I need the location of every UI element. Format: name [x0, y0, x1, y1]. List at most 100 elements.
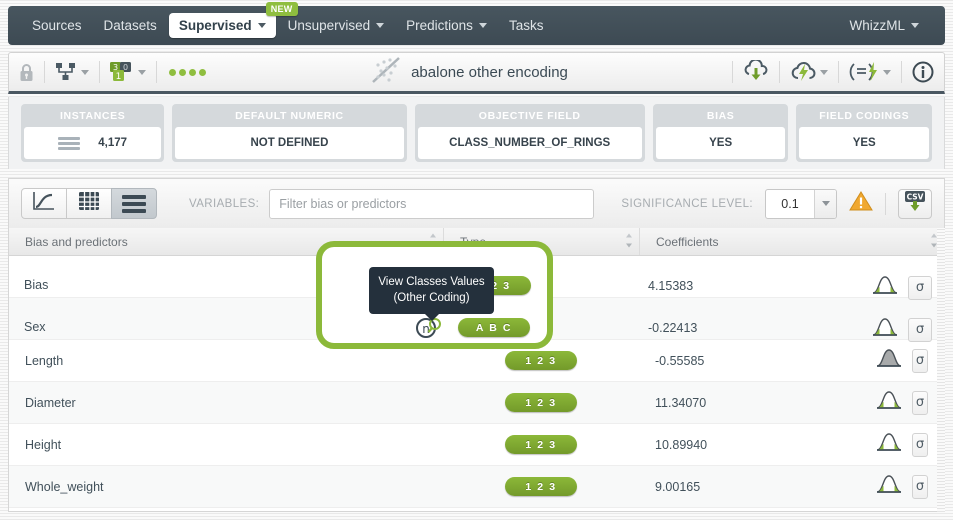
tooltip: View Classes Values (Other Coding) [369, 267, 494, 314]
green-bell-curve-icon[interactable] [876, 390, 902, 415]
vertical-scrollbar[interactable] [937, 228, 945, 512]
batch-prediction-group[interactable] [839, 53, 901, 91]
view-toggle-chart[interactable] [21, 188, 67, 219]
table-row[interactable]: Height 1 2 3 10.89940 σ [9, 424, 944, 466]
list-icon [122, 195, 146, 213]
warning-triangle-icon[interactable] [849, 190, 873, 217]
card-title: INSTANCES [24, 107, 161, 127]
card-bias: BIAS YES [653, 104, 789, 162]
green-bell-curve-icon[interactable] [872, 317, 898, 342]
nav-item-tasks[interactable]: Tasks [499, 13, 554, 38]
table-row[interactable]: Length 1 2 3 -0.55585 σ [9, 340, 944, 382]
nav-item-sources[interactable]: Sources [22, 13, 92, 38]
status-dot [189, 69, 196, 76]
table-row[interactable]: Diameter 1 2 3 11.34070 σ [9, 382, 944, 424]
page-title: abalone other encoding [411, 64, 568, 81]
sort-arrows-icon[interactable] [625, 233, 633, 250]
column-header-label: Bias and predictors [25, 235, 128, 249]
row-coefficient: 4.15383 [648, 279, 693, 293]
model-type-group[interactable] [45, 53, 99, 91]
row-coefficient: 9.00165 [639, 466, 860, 507]
status-dots [157, 69, 206, 76]
row-actions: σ [860, 466, 944, 507]
resource-title-bar: 3 0 1 [8, 52, 945, 94]
lock-icon[interactable] [19, 63, 34, 82]
sigma-button[interactable]: σ [912, 349, 928, 373]
filter-input[interactable]: Filter bias or predictors [269, 189, 594, 219]
row-name: Whole_weight [9, 466, 443, 507]
nav-item-whizzml[interactable]: WhizzML [839, 13, 929, 38]
green-bell-curve-icon[interactable] [872, 275, 898, 300]
green-bell-curve-icon[interactable] [876, 474, 902, 499]
row-actions: σ [860, 424, 944, 465]
resource-title-group: abalone other encoding [206, 55, 732, 90]
top-navigation-bar: Sources Datasets Supervised NEW Unsuperv… [8, 6, 945, 45]
card-value-wrap: 4,177 [24, 127, 161, 159]
row-coefficient: -0.55585 [639, 340, 860, 381]
lock-group [9, 53, 44, 91]
green-bell-curve-icon[interactable] [876, 432, 902, 457]
card-value: YES [799, 127, 929, 159]
row-actions: σ [872, 275, 932, 300]
nav-item-unsupervised[interactable]: Unsupervised [278, 13, 395, 38]
row-actions: σ [860, 340, 944, 381]
table-row[interactable]: Whole_weight 1 2 3 9.00165 σ [9, 466, 944, 508]
status-dot [169, 69, 176, 76]
row-coefficient: 10.89940 [639, 424, 860, 465]
column-header-coefficients[interactable]: Coefficients [639, 228, 944, 255]
chevron-down-icon[interactable] [814, 190, 836, 218]
model-tree-icon[interactable] [55, 62, 89, 82]
chevron-down-icon [883, 70, 891, 75]
csv-download-button[interactable]: CSV [898, 189, 932, 219]
sigma-button[interactable]: σ [912, 433, 928, 457]
nav-item-label: Unsupervised [288, 18, 371, 33]
summary-cards: INSTANCES 4,177 DEFAULT NUMERIC NOT DEFI… [8, 97, 945, 169]
svg-text:n: n [422, 322, 430, 336]
card-value: YES [656, 127, 786, 159]
row-actions: σ [872, 317, 932, 342]
row-type-cell: 1 2 3 [443, 340, 639, 381]
nav-item-supervised[interactable]: Supervised NEW [169, 13, 276, 38]
nav-item-predictions[interactable]: Predictions [396, 13, 497, 38]
nav-item-datasets[interactable]: Datasets [94, 13, 167, 38]
card-value: 4,177 [98, 137, 127, 149]
significance-level-select[interactable]: 0.1 [765, 189, 837, 219]
view-toggle-grid[interactable] [66, 188, 112, 219]
status-dot [179, 69, 186, 76]
nav-item-label: Datasets [104, 18, 157, 33]
significance-level-value: 0.1 [766, 197, 814, 211]
info-icon[interactable] [912, 61, 934, 83]
chevron-down-icon [81, 70, 89, 75]
batch-prediction-icon[interactable] [849, 61, 891, 83]
sigma-button[interactable]: σ [908, 318, 932, 342]
flash-cloud-icon[interactable] [790, 60, 828, 84]
field-types-icon[interactable]: 3 0 1 [110, 62, 146, 83]
grid-icon [78, 191, 100, 216]
card-value: NOT DEFINED [175, 127, 403, 159]
download-group[interactable] [733, 53, 779, 91]
sigma-button[interactable]: σ [908, 276, 932, 300]
sigma-button[interactable]: σ [912, 475, 928, 499]
chevron-down-icon [376, 23, 384, 28]
sigma-button[interactable]: σ [912, 391, 928, 415]
app-page: Sources Datasets Supervised NEW Unsuperv… [0, 0, 953, 520]
type-badge-numeric: 1 2 3 [505, 351, 577, 370]
row-name: Bias [24, 278, 48, 292]
row-actions: σ [860, 382, 944, 423]
significance-level-label: SIGNIFICANCE LEVEL: [621, 198, 753, 210]
info-group[interactable] [902, 53, 944, 91]
chevron-down-icon [820, 70, 828, 75]
row-name: Length [9, 340, 443, 381]
card-title: OBJECTIVE FIELD [418, 107, 642, 127]
rows-icon [58, 137, 80, 150]
card-objective-field: OBJECTIVE FIELD CLASS_NUMBER_OF_RINGS [415, 104, 645, 162]
view-toggle-list[interactable] [111, 188, 157, 219]
gray-bell-curve-icon[interactable] [876, 348, 902, 373]
row-type-cell: 1 2 3 [443, 382, 639, 423]
flash-cloud-group[interactable] [780, 53, 838, 91]
status-dot [199, 69, 206, 76]
download-cloud-icon[interactable] [743, 60, 769, 84]
card-instances: INSTANCES 4,177 [21, 104, 164, 162]
field-types-group[interactable]: 3 0 1 [100, 53, 156, 91]
tooltip-line-1: View Classes Values [375, 274, 488, 290]
